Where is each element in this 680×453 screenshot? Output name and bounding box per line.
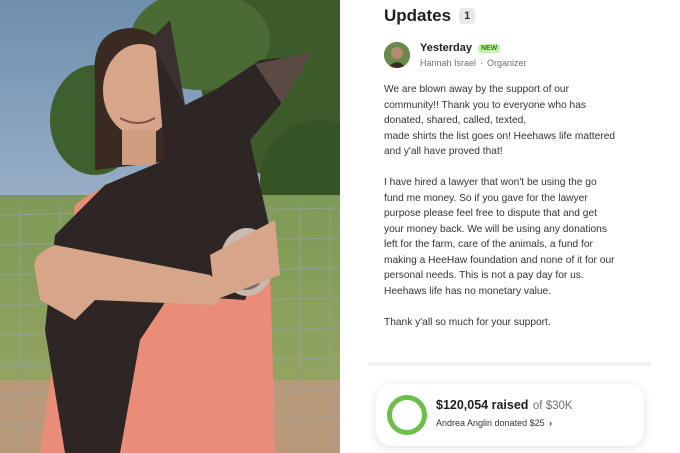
organizer-avatar[interactable] — [384, 42, 410, 68]
section-divider — [368, 362, 650, 366]
new-badge: NEW — [477, 43, 501, 53]
update-author: Hannah Israel · Organizer — [420, 58, 527, 68]
update-day: Yesterday — [420, 42, 472, 54]
updates-count-badge: 1 — [459, 8, 476, 24]
raised-amount: $120,054 raised — [436, 398, 529, 412]
chevron-right-icon: › — [549, 418, 553, 428]
recent-donation-text: Andrea Anglin donated $25 — [436, 418, 545, 428]
updates-title: Updates — [384, 6, 452, 25]
goal-amount: of $30K — [532, 400, 573, 412]
recent-donation[interactable]: Andrea Anglin donated $25 › — [436, 418, 552, 428]
update-author-row: Yesterday NEW Hannah Israel · Organizer — [384, 42, 527, 68]
author-role: Organizer — [487, 58, 527, 68]
campaign-photo — [0, 0, 340, 453]
progress-ring — [387, 395, 427, 435]
update-paragraph: Thank y'all so much for your support. — [384, 316, 551, 328]
updates-panel: Updates 1 Yesterday NEW Hannah Israel · Or… — [340, 0, 680, 453]
update-paragraph: I have hired a lawyer that won't be usin… — [384, 177, 615, 297]
author-name: Hannah Israel — [420, 58, 477, 68]
update-paragraph: We are blown away by the support of our … — [384, 84, 616, 157]
donation-card[interactable]: $120,054 raised of $30K Andrea Anglin do… — [376, 384, 644, 446]
raised-summary: $120,054 raised of $30K — [436, 396, 573, 414]
update-body: We are blown away by the support of our … — [384, 82, 654, 330]
updates-header: Updates 1 — [384, 6, 476, 26]
